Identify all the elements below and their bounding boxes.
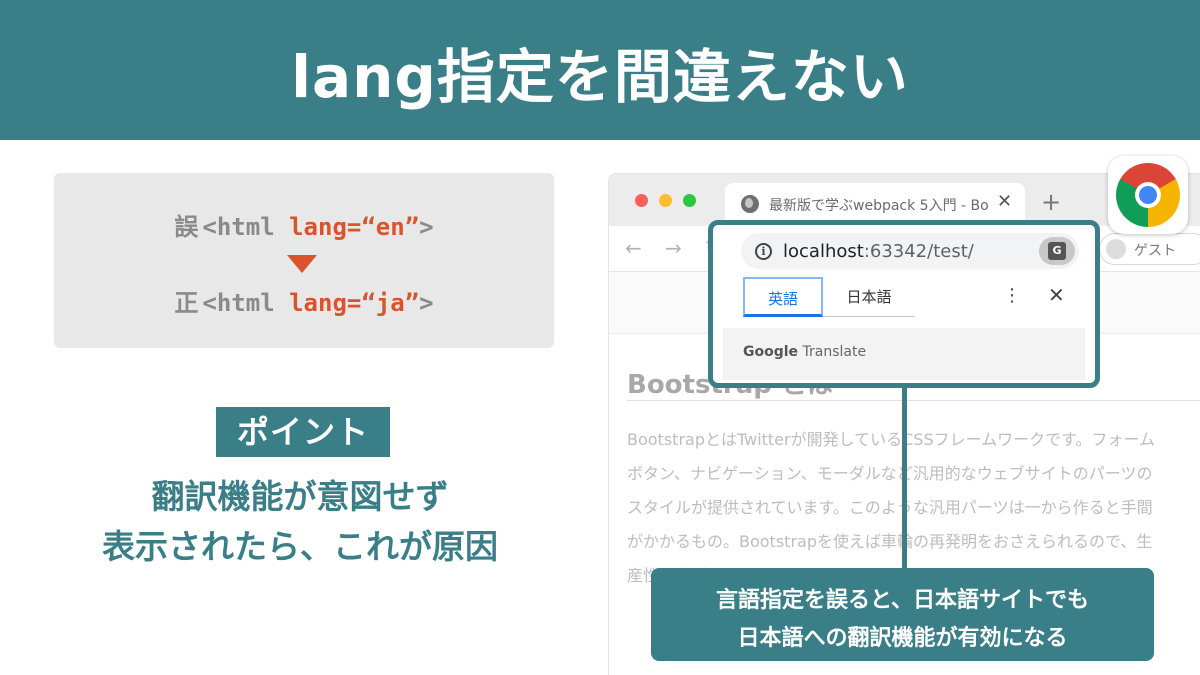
- info-icon[interactable]: i: [755, 243, 772, 260]
- wrong-code-suffix: >: [419, 213, 434, 241]
- right-code-line: 正 <html lang=“ja”>: [54, 283, 554, 318]
- page-heading-rule: [627, 400, 1200, 401]
- point-line-1: 翻訳機能が意図せず: [151, 477, 449, 516]
- tab-title: 最新版で学ぶwebpack 5入門 - Bo: [769, 198, 989, 214]
- chrome-logo-icon: [1108, 156, 1188, 234]
- translate-product: Translate: [802, 344, 867, 360]
- wrong-code-prefix: <html: [202, 213, 290, 241]
- page-paragraph-line: BootstrapとはTwitterが開発しているCSSフレームワークです。フォ…: [627, 430, 1156, 449]
- google-translate-label: Google Translate: [743, 344, 866, 360]
- slide-title: lang指定を間違えない: [291, 43, 909, 111]
- wrong-code-line: 誤 <html lang=“en”>: [54, 207, 554, 242]
- right-mark: 正: [174, 289, 199, 317]
- down-arrow-icon: [287, 255, 317, 273]
- new-tab-icon[interactable]: +: [1041, 188, 1061, 216]
- point-badge: ポイント: [216, 407, 390, 457]
- callout-line-2: 日本語への翻訳機能が有効になる: [737, 626, 1068, 651]
- right-code-prefix: <html: [202, 289, 290, 317]
- tab-close-icon[interactable]: ✕: [997, 191, 1012, 212]
- right-code-suffix: >: [419, 289, 434, 317]
- zoom-window-dot[interactable]: [683, 194, 696, 207]
- minimize-window-dot[interactable]: [659, 194, 672, 207]
- page-paragraph-line: がかかるもの。Bootstrapを使えば車輪の再発明をおさえられるので、生: [627, 532, 1153, 551]
- url-host: localhost: [783, 241, 864, 262]
- callout-line-1: 言語指定を誤ると、日本語サイトでも: [715, 588, 1090, 613]
- right-lang-attr: lang=“ja”: [289, 289, 420, 317]
- google-brand: Google: [743, 344, 799, 360]
- more-options-icon[interactable]: ⋮: [1003, 285, 1021, 306]
- url-path: :63342/test/: [863, 241, 974, 262]
- tab-target-language[interactable]: 日本語: [823, 277, 915, 317]
- point-line-2: 表示されたら、これが原因: [102, 527, 498, 566]
- address-bar[interactable]: i localhost:63342/test/ G: [741, 233, 1079, 269]
- popup-footer: Google Translate: [723, 328, 1085, 380]
- slide-header: lang指定を間違えない: [0, 0, 1200, 140]
- url-text: localhost:63342/test/: [783, 241, 974, 262]
- close-window-dot[interactable]: [635, 194, 648, 207]
- callout-box: 言語指定を誤ると、日本語サイトでも 日本語への翻訳機能が有効になる: [651, 568, 1154, 661]
- translate-popup: i localhost:63342/test/ G 英語 日本語 ⋮ ✕ Goo…: [708, 220, 1100, 388]
- wrong-mark: 誤: [174, 213, 199, 241]
- callout-connector: [902, 388, 907, 572]
- avatar-icon: [1106, 239, 1126, 259]
- translate-icon[interactable]: G: [1039, 237, 1075, 265]
- guest-label: ゲスト: [1134, 243, 1176, 259]
- globe-icon: [741, 195, 759, 213]
- close-icon[interactable]: ✕: [1048, 283, 1065, 307]
- page-paragraph-line: ボタン、ナビゲーション、モーダルなど汎用的なウェブサイトのパーツの: [627, 464, 1153, 483]
- page-paragraph-line: スタイルが提供されています。このような汎用パーツは一から作ると手間: [627, 498, 1153, 517]
- chrome-logo-core: [1139, 186, 1157, 204]
- forward-arrow-icon[interactable]: →: [665, 236, 682, 260]
- guest-profile-button[interactable]: ゲスト: [1099, 233, 1200, 265]
- back-arrow-icon[interactable]: ←: [625, 236, 642, 260]
- wrong-lang-attr: lang=“en”: [289, 213, 420, 241]
- chrome-logo-ring: [1116, 163, 1180, 227]
- tab-source-language[interactable]: 英語: [743, 277, 823, 317]
